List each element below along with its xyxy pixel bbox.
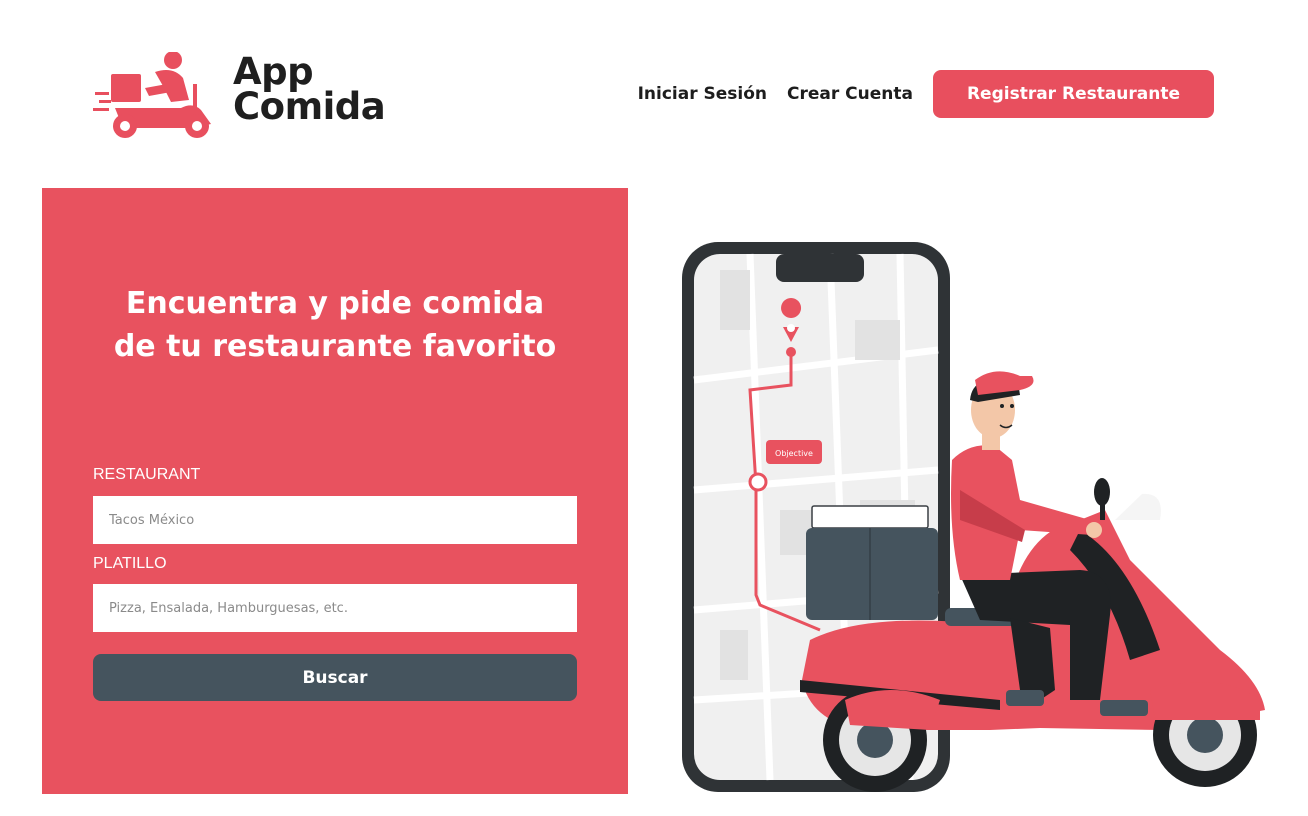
brand-line-1: App [233,50,314,93]
signup-link[interactable]: Crear Cuenta [787,84,913,104]
login-link[interactable]: Iniciar Sesión [638,84,767,104]
top-navigation: Iniciar Sesión Crear Cuenta Registrar Re… [638,70,1214,118]
dish-input[interactable] [93,584,577,632]
search-panel: Encuentra y pide comida de tu restaurant… [42,188,628,794]
hero-title: Encuentra y pide comida de tu restaurant… [42,282,628,368]
brand-name: App Comida [233,50,386,128]
dish-label: PLATILLO [93,555,167,572]
hero-title-line-2: de tu restaurante favorito [113,329,557,364]
delivery-rider-illustration: Objective [682,242,1265,792]
restaurant-input[interactable] [93,496,577,544]
map-tag-label: Objective [775,449,813,458]
register-restaurant-button[interactable]: Registrar Restaurante [933,70,1214,118]
delivery-scooter-icon [93,52,211,138]
hero-title-line-1: Encuentra y pide comida [125,286,545,321]
brand-logo[interactable]: App Comida [93,52,413,142]
search-button[interactable]: Buscar [93,654,577,701]
restaurant-label: RESTAURANT [93,466,201,483]
brand-line-2: Comida [233,85,386,128]
